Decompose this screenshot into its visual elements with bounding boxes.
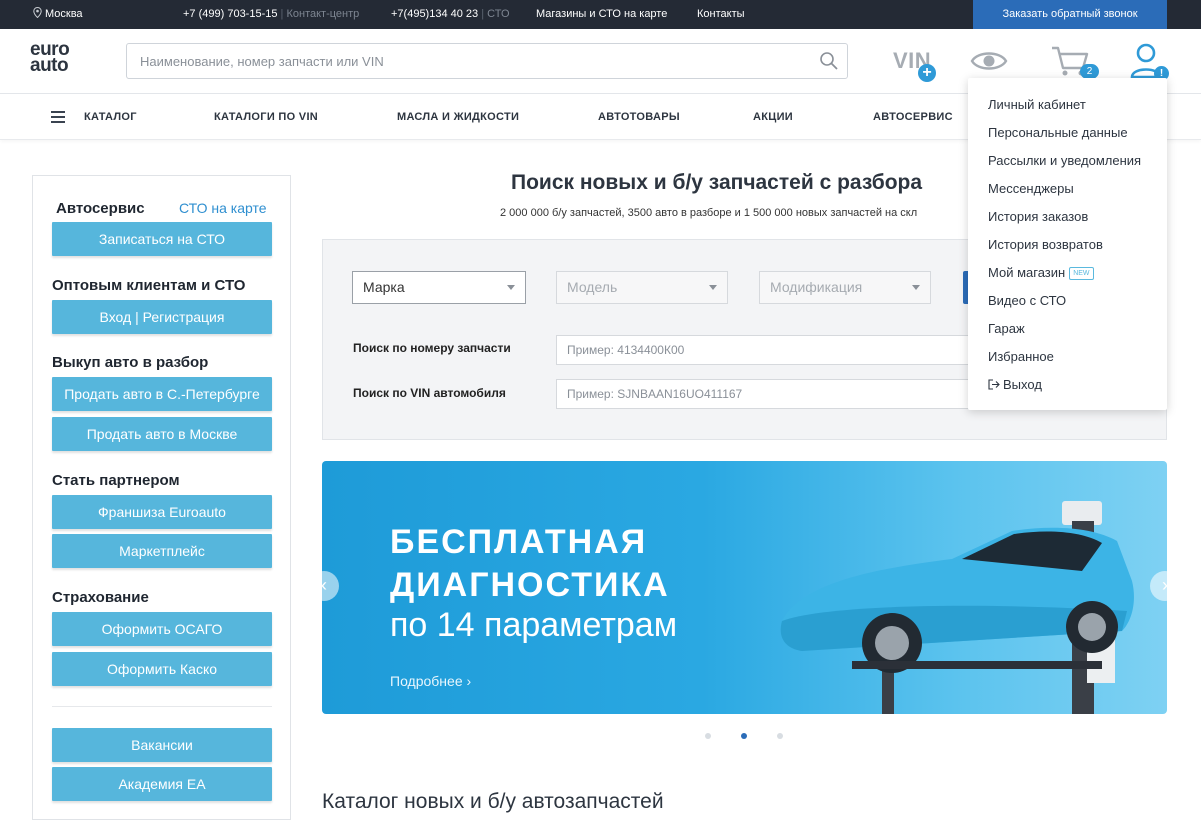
search-icon bbox=[820, 52, 838, 70]
catalog-section-title: Каталог новых и б/у автозапчастей bbox=[322, 790, 664, 813]
top-bar: Москва +7 (499) 703-15-15 | Контакт-цент… bbox=[0, 0, 1201, 29]
banner-dot-2[interactable] bbox=[741, 733, 747, 739]
banner-more-link[interactable]: Подробнее › bbox=[390, 673, 471, 689]
sell-car-msk-button[interactable]: Продать авто в Москве bbox=[52, 417, 272, 451]
phone-note: СТО bbox=[487, 8, 510, 20]
menu-item-returns-history[interactable]: История возвратов bbox=[988, 237, 1103, 252]
nav-oils-fluids[interactable]: МАСЛА И ЖИДКОСТИ bbox=[397, 95, 519, 140]
osago-button[interactable]: Оформить ОСАГО bbox=[52, 612, 272, 646]
menu-item-my-store-label: Мой магазин bbox=[988, 265, 1066, 280]
sidebar-divider bbox=[52, 706, 272, 707]
menu-item-logout[interactable]: Выход bbox=[988, 377, 1042, 392]
phone-number: +7(495)134 40 23 bbox=[391, 8, 479, 20]
modification-select[interactable]: Модификация bbox=[759, 271, 931, 304]
callback-button[interactable]: Заказать обратный звонок bbox=[973, 0, 1167, 29]
contacts-link[interactable]: Контакты bbox=[697, 0, 745, 29]
logout-icon bbox=[988, 379, 1000, 390]
part-number-input[interactable]: Пример: 4134400К00 bbox=[556, 335, 976, 365]
location-pin-icon bbox=[33, 6, 42, 19]
cart-count-badge: 2 bbox=[1080, 64, 1099, 79]
menu-item-my-store[interactable]: Мой магазин NEW bbox=[988, 265, 1094, 280]
sidebar: Автосервис СТО на карте Записаться на СТ… bbox=[32, 175, 291, 820]
menu-item-sto-video[interactable]: Видео с СТО bbox=[988, 293, 1066, 308]
menu-item-notifications[interactable]: Рассылки и уведомления bbox=[988, 153, 1141, 168]
menu-item-logout-label: Выход bbox=[1003, 377, 1042, 392]
model-select[interactable]: Модель bbox=[556, 271, 728, 304]
chevron-down-icon bbox=[912, 285, 920, 290]
wholesale-title: Оптовым клиентам и СТО bbox=[52, 277, 246, 294]
franchise-button[interactable]: Франшиза Euroauto bbox=[52, 495, 272, 529]
banner-prev-button[interactable]: ‹ bbox=[309, 571, 339, 601]
sto-booking-button[interactable]: Записаться на СТО bbox=[52, 222, 272, 256]
chevron-right-icon: › bbox=[466, 673, 472, 689]
insurance-title: Страхование bbox=[52, 589, 149, 606]
model-select-value: Модель bbox=[567, 279, 618, 295]
modification-select-value: Модификация bbox=[770, 279, 863, 295]
partner-title: Стать партнером bbox=[52, 472, 180, 489]
city-label: Москва bbox=[45, 8, 83, 20]
phone-note: Контакт-центр bbox=[286, 8, 360, 20]
user-menu-dropdown: Личный кабинет Персональные данные Рассы… bbox=[968, 78, 1167, 410]
buyout-title: Выкуп авто в разбор bbox=[52, 354, 209, 371]
nav-vin-catalogs[interactable]: КАТАЛОГИ ПО VIN bbox=[214, 95, 318, 140]
brand-select-value: Марка bbox=[363, 279, 405, 295]
new-badge: NEW bbox=[1069, 267, 1094, 280]
sell-car-spb-button[interactable]: Продать авто в С.-Петербурге bbox=[52, 377, 272, 411]
contact-center-phone[interactable]: +7 (499) 703-15-15 | Контакт-центр bbox=[183, 0, 359, 29]
euroauto-logo[interactable]: euro auto bbox=[30, 40, 80, 80]
part-number-label: Поиск по номеру запчасти bbox=[353, 341, 511, 355]
menu-item-garage[interactable]: Гараж bbox=[988, 321, 1025, 336]
promo-banner[interactable]: БЕСПЛАТНАЯ ДИАГНОСТИКА по 14 параметрам … bbox=[322, 461, 1167, 714]
nav-auto-goods[interactable]: АВТОТОВАРЫ bbox=[598, 95, 680, 140]
page-subtitle: 2 000 000 б/у запчастей, 3500 авто в раз… bbox=[500, 207, 918, 219]
page-title: Поиск новых и б/у запчастей с разбора bbox=[511, 171, 923, 194]
brand-select[interactable]: Марка bbox=[352, 271, 526, 304]
banner-pagination bbox=[702, 731, 792, 741]
nav-autoservice[interactable]: АВТОСЕРВИС bbox=[873, 95, 953, 140]
vin-plus-icon[interactable]: + bbox=[918, 64, 936, 82]
nav-catalog[interactable]: КАТАЛОГ bbox=[84, 95, 137, 140]
city-selector[interactable]: Москва bbox=[33, 0, 83, 29]
banner-more-label: Подробнее bbox=[390, 673, 463, 689]
banner-headline-3: по 14 параметрам bbox=[390, 606, 678, 644]
menu-item-personal-data[interactable]: Персональные данные bbox=[988, 125, 1128, 140]
stores-map-link[interactable]: Магазины и СТО на карте bbox=[536, 0, 667, 29]
menu-item-favorites[interactable]: Избранное bbox=[988, 349, 1054, 364]
kasko-button[interactable]: Оформить Каско bbox=[52, 652, 272, 686]
chevron-down-icon bbox=[507, 285, 515, 290]
menu-item-messengers[interactable]: Мессенджеры bbox=[988, 181, 1074, 196]
login-register-button[interactable]: Вход | Регистрация bbox=[52, 300, 272, 334]
sto-map-link[interactable]: СТО на карте bbox=[179, 200, 267, 216]
menu-burger-icon[interactable] bbox=[51, 111, 65, 123]
banner-dot-1[interactable] bbox=[705, 733, 711, 739]
vin-search-label: Поиск по VIN автомобиля bbox=[353, 386, 506, 400]
car-lift-illustration bbox=[780, 501, 1134, 714]
vin-search-input[interactable]: Пример: SJNBAAN16UO411167 bbox=[556, 379, 976, 409]
menu-item-order-history[interactable]: История заказов bbox=[988, 209, 1088, 224]
banner-headline-1: БЕСПЛАТНАЯ bbox=[390, 523, 648, 561]
marketplace-button[interactable]: Маркетплейс bbox=[52, 534, 272, 568]
logo-line-2: auto bbox=[30, 55, 69, 76]
search-input[interactable] bbox=[127, 44, 807, 78]
chevron-down-icon bbox=[709, 285, 717, 290]
search-button[interactable] bbox=[819, 51, 839, 71]
sto-phone[interactable]: +7(495)134 40 23 | СТО bbox=[391, 0, 510, 29]
search-box bbox=[126, 43, 848, 79]
banner-next-button[interactable]: › bbox=[1150, 571, 1180, 601]
autoservice-title: Автосервис bbox=[56, 200, 145, 217]
academy-button[interactable]: Академия ЕА bbox=[52, 767, 272, 801]
nav-promotions[interactable]: АКЦИИ bbox=[753, 95, 793, 140]
menu-item-account[interactable]: Личный кабинет bbox=[988, 97, 1086, 112]
phone-number: +7 (499) 703-15-15 bbox=[183, 8, 278, 20]
eye-icon[interactable] bbox=[970, 48, 1008, 74]
banner-dot-3[interactable] bbox=[777, 733, 783, 739]
banner-headline-2: ДИАГНОСТИКА bbox=[390, 566, 670, 604]
vacancies-button[interactable]: Вакансии bbox=[52, 728, 272, 762]
